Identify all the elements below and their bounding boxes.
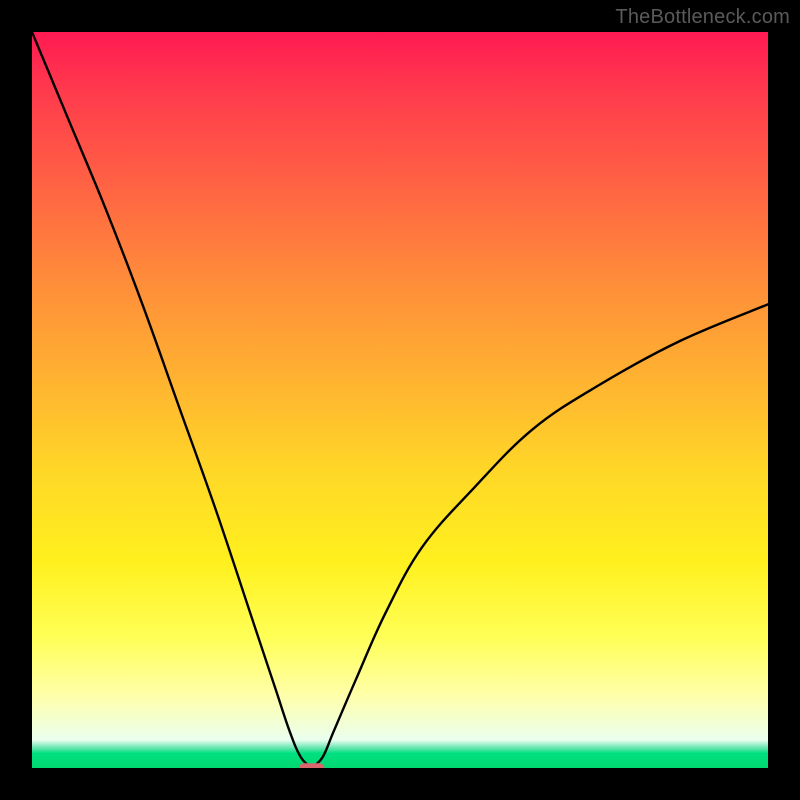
curve-right-branch (312, 304, 768, 768)
bottleneck-curve (32, 32, 768, 768)
minimum-marker (299, 763, 325, 768)
attribution-label: TheBottleneck.com (615, 6, 790, 29)
curve-left-branch (32, 32, 312, 768)
plot-area (32, 32, 768, 768)
chart-frame: TheBottleneck.com (0, 0, 800, 800)
